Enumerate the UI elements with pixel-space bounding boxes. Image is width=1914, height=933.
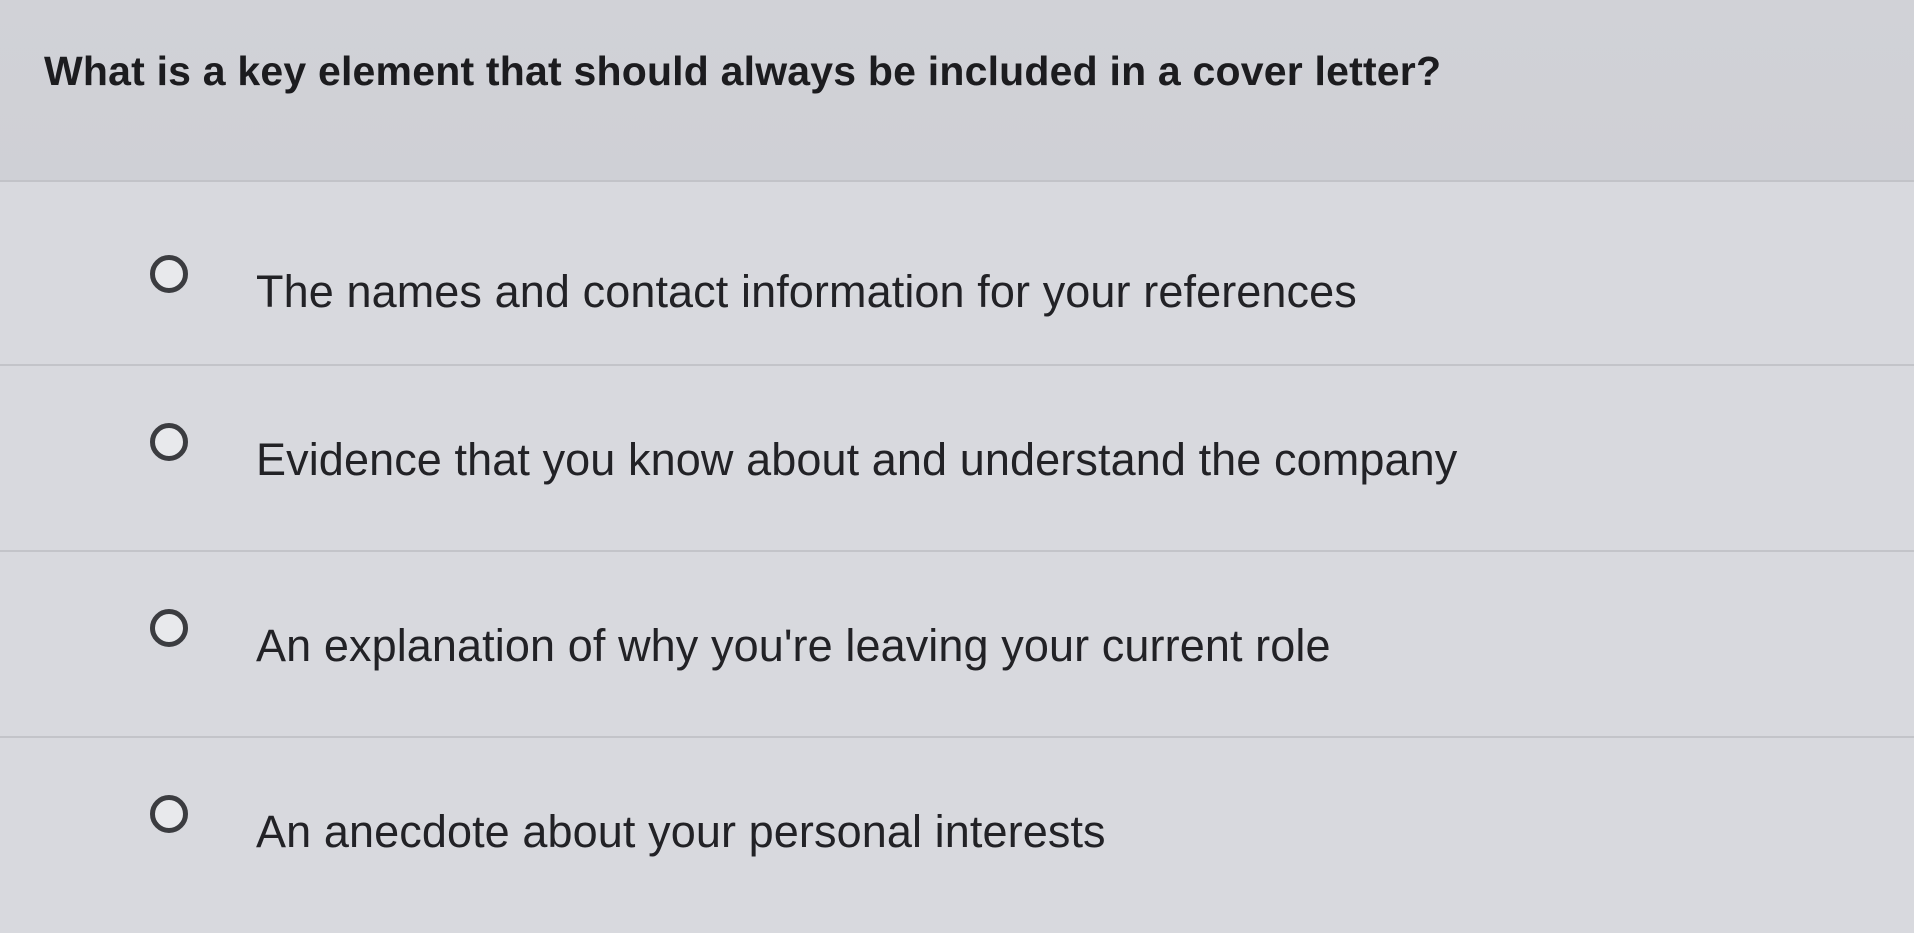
radio-unselected-icon[interactable]: [150, 609, 188, 647]
answer-option-1[interactable]: The names and contact information for yo…: [0, 180, 1914, 366]
answer-option-label[interactable]: The names and contact information for yo…: [256, 266, 1357, 318]
option-divider: [0, 364, 1914, 366]
answer-option-label[interactable]: An anecdote about your personal interest…: [256, 806, 1106, 858]
radio-unselected-icon[interactable]: [150, 795, 188, 833]
question-panel: What is a key element that should always…: [0, 0, 1914, 180]
option-divider: [0, 550, 1914, 552]
answer-option-label[interactable]: Evidence that you know about and underst…: [256, 434, 1457, 486]
answer-option-label[interactable]: An explanation of why you're leaving you…: [256, 620, 1331, 672]
answer-option-2[interactable]: Evidence that you know about and underst…: [0, 368, 1914, 552]
question-text: What is a key element that should always…: [44, 48, 1442, 94]
answer-option-4[interactable]: An anecdote about your personal interest…: [0, 740, 1914, 924]
answer-options: The names and contact information for yo…: [0, 180, 1914, 933]
option-divider: [0, 736, 1914, 738]
radio-unselected-icon[interactable]: [150, 423, 188, 461]
radio-unselected-icon[interactable]: [150, 255, 188, 293]
answer-option-3[interactable]: An explanation of why you're leaving you…: [0, 554, 1914, 738]
